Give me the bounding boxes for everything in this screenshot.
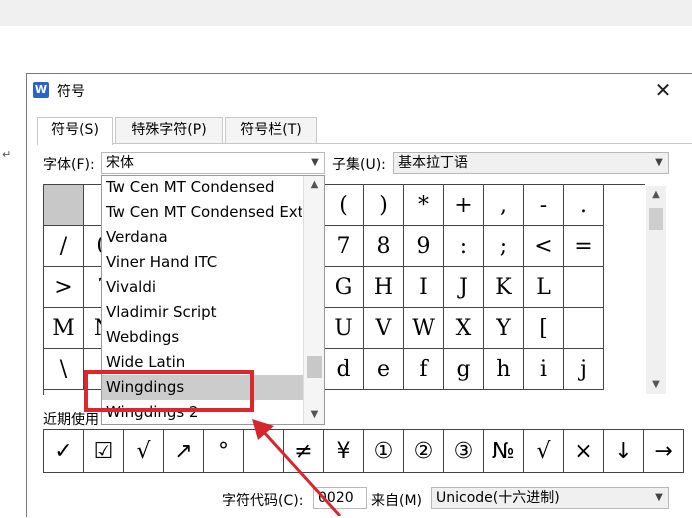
annotation-arrow — [252, 419, 342, 516]
